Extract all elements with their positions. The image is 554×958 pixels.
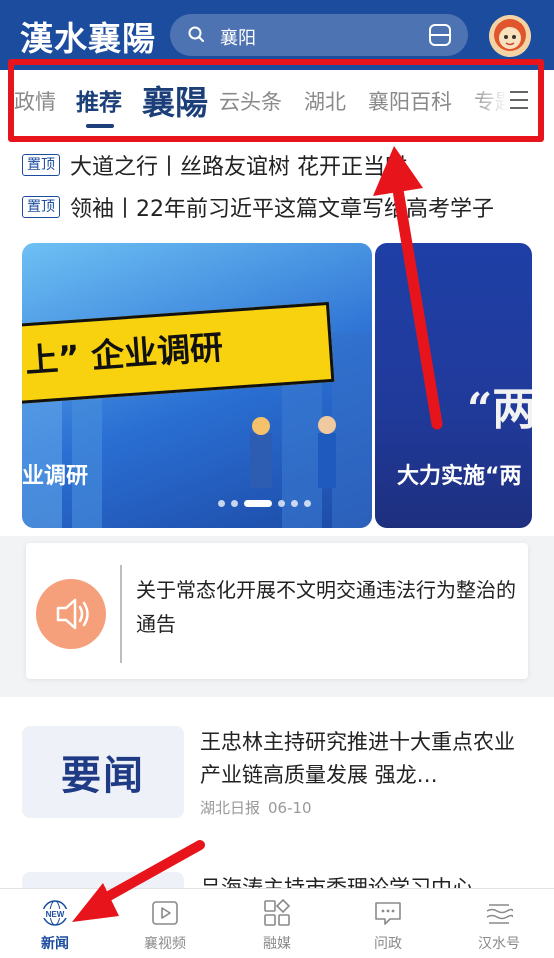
nav-news[interactable]: NEW 新闻 [0, 889, 110, 958]
nav-hanshuihao[interactable]: 汉水号 [444, 889, 554, 958]
news-date: 06-10 [268, 799, 312, 817]
nav-wenzheng[interactable]: 问政 [333, 889, 443, 958]
video-icon [152, 901, 178, 925]
pinned-title: 领袖丨22年前习近平这篇文章写给高考学子 [70, 197, 494, 222]
notice-text: 关于常态化开展不文明交通违法行为整治的通告 [136, 578, 516, 636]
thumbnail-text: 要闻 [61, 753, 145, 799]
carousel-slide[interactable]: 上” 企业调研 业调研 [22, 243, 372, 528]
tab-yuntoutiao[interactable]: 云头条 [219, 86, 282, 116]
carousel-dot[interactable] [231, 500, 238, 507]
pinned-badge: 置顶 [22, 196, 60, 218]
tab-xiangyang-baike[interactable]: 襄阳百科 [368, 86, 452, 116]
slide-caption: 大力实施“两 [397, 464, 522, 489]
nav-label: 汉水号 [478, 936, 520, 952]
mascot-avatar[interactable] [489, 15, 531, 57]
media-grid-icon [264, 899, 291, 926]
search-icon [188, 26, 204, 42]
nav-label: 融媒 [263, 936, 291, 952]
search-input[interactable]: 襄阳 [220, 24, 256, 50]
nav-media[interactable]: 融媒 [222, 889, 332, 958]
carousel-dot[interactable] [304, 500, 311, 507]
pinned-title: 大道之行丨丝路友谊树 花开正当时 [70, 155, 407, 180]
scan-icon[interactable] [428, 23, 452, 47]
notice-divider [120, 565, 122, 663]
active-tab-indicator [86, 124, 114, 128]
carousel-slide[interactable]: “两 大力实施“两 [375, 243, 532, 528]
news-meta: 湖北日报 06-10 [200, 797, 320, 818]
pinned-list: 置顶 大道之行丨丝路友谊树 花开正当时 置顶 领袖丨22年前习近平这篇文章写给高… [0, 144, 554, 236]
tab-xiangyang[interactable]: 襄陽 [142, 76, 208, 124]
carousel-dots [218, 500, 311, 507]
menu-icon[interactable] [508, 89, 530, 111]
notice-card[interactable]: 关于常态化开展不文明交通违法行为整治的通告 [26, 543, 528, 679]
news-source: 湖北日报 [200, 799, 261, 817]
carousel-dot-active[interactable] [244, 500, 272, 507]
bottom-nav: NEW 新闻 襄视频 融媒 问政 汉水号 [0, 888, 554, 958]
news-thumbnail[interactable]: 要闻 [22, 726, 184, 818]
nav-label: 新闻 [41, 936, 69, 952]
hanshui-icon [486, 904, 513, 924]
carousel-dot[interactable] [291, 500, 298, 507]
carousel-dot[interactable] [218, 500, 225, 507]
channel-tabs: 政情 推荐 襄陽 云头条 湖北 襄阳百科 专题 [0, 70, 554, 144]
news-title[interactable]: 吕海涛主持市委理论学习中心 [200, 872, 530, 888]
svg-text:NEW: NEW [46, 910, 65, 919]
nav-label: 问政 [374, 936, 402, 952]
banner-text: 上” 企业调研 [23, 327, 225, 381]
app-logo[interactable]: 漢水襄陽 [20, 12, 156, 60]
pinned-item[interactable]: 置顶 大道之行丨丝路友谊树 花开正当时 [22, 150, 407, 180]
nav-video[interactable]: 襄视频 [110, 889, 220, 958]
slide-side-text: “两 [467, 384, 532, 435]
speaker-icon [36, 579, 106, 649]
avatar-icon [489, 15, 531, 57]
tab-zhengqing[interactable]: 政情 [14, 86, 56, 116]
news-title[interactable]: 王忠林主持研究推进十大重点农业产业链高质量发展 强龙… [200, 726, 530, 792]
pinned-item[interactable]: 置顶 领袖丨22年前习近平这篇文章写给高考学子 [22, 192, 494, 222]
search-bar[interactable]: 襄阳 [170, 14, 468, 56]
news-icon: NEW [42, 900, 68, 926]
slide-caption: 业调研 [22, 464, 89, 489]
tab-recommend[interactable]: 推荐 [76, 83, 122, 117]
pinned-badge: 置顶 [22, 154, 60, 176]
nav-label: 襄视频 [144, 936, 186, 952]
carousel-dot[interactable] [278, 500, 285, 507]
header-bar: 漢水襄陽 襄阳 [0, 0, 554, 70]
message-icon [375, 902, 401, 925]
tab-hubei[interactable]: 湖北 [304, 86, 346, 116]
